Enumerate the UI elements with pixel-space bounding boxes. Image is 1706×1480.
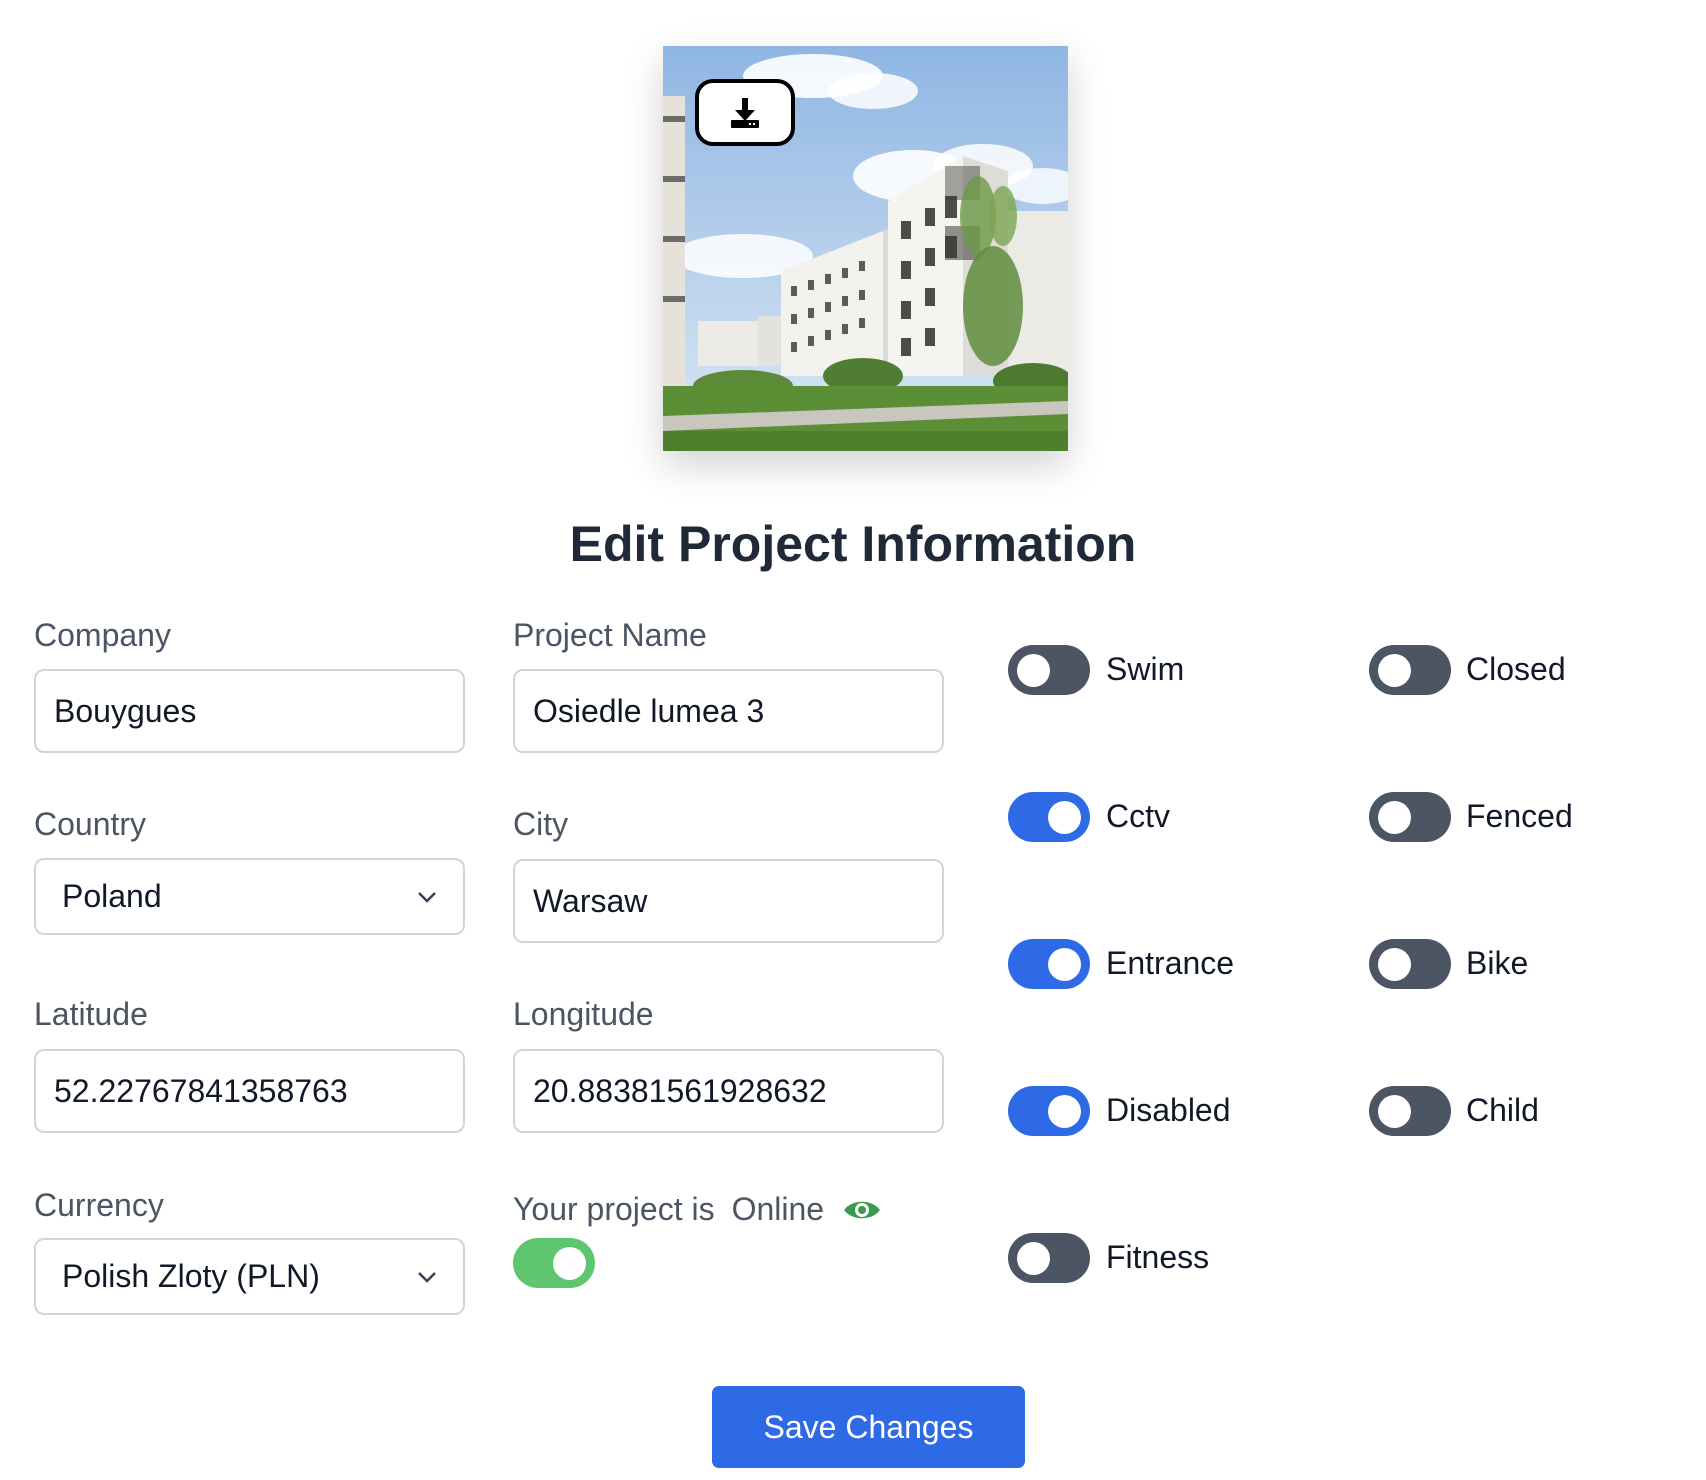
currency-select[interactable]: Polish Zloty (PLN) (34, 1238, 465, 1315)
currency-value: Polish Zloty (PLN) (62, 1258, 320, 1294)
toggle-entrance[interactable] (1008, 939, 1090, 989)
company-label: Company (34, 617, 171, 653)
company-input[interactable] (34, 669, 465, 753)
chevron-down-icon (418, 891, 436, 903)
amenity-label-fitness: Fitness (1106, 1239, 1210, 1275)
toggle-fenced[interactable] (1369, 792, 1451, 842)
toggle-disabled[interactable] (1008, 1086, 1090, 1136)
amenity-label-disabled: Disabled (1106, 1092, 1231, 1128)
toggle-bike[interactable] (1369, 939, 1451, 989)
eye-icon (844, 1201, 881, 1218)
amenity-label-bike: Bike (1466, 945, 1529, 981)
city-label: City (513, 806, 569, 842)
toggle-child[interactable] (1369, 1086, 1451, 1136)
download-button[interactable] (695, 79, 795, 146)
amenity-label-closed: Closed (1466, 651, 1566, 687)
country-select[interactable]: Poland (34, 858, 465, 935)
page-title: Edit Project Information (569, 516, 1137, 572)
project-name-label: Project Name (513, 617, 707, 653)
longitude-input[interactable] (513, 1049, 944, 1133)
country-label: Country (34, 806, 147, 842)
online-toggle[interactable] (513, 1238, 595, 1288)
save-changes-button[interactable]: Save Changes (712, 1386, 1025, 1468)
currency-label: Currency (34, 1187, 164, 1223)
project-image (663, 46, 1068, 451)
chevron-down-icon (418, 1271, 436, 1283)
city-input[interactable] (513, 859, 944, 943)
download-icon (731, 97, 759, 128)
amenity-label-swim: Swim (1106, 651, 1185, 687)
country-value: Poland (62, 878, 162, 914)
toggle-swim[interactable] (1008, 645, 1090, 695)
toggle-closed[interactable] (1369, 645, 1451, 695)
status-state: Online (731, 1191, 825, 1227)
toggle-cctv[interactable] (1008, 792, 1090, 842)
longitude-label: Longitude (513, 996, 654, 1032)
amenity-label-entrance: Entrance (1106, 945, 1235, 981)
amenity-label-fenced: Fenced (1466, 798, 1573, 834)
amenity-label-cctv: Cctv (1106, 798, 1170, 834)
toggle-fitness[interactable] (1008, 1233, 1090, 1283)
latitude-input[interactable] (34, 1049, 465, 1133)
project-name-input[interactable] (513, 669, 944, 753)
project-status: Your project is Online (513, 1191, 882, 1228)
status-prefix: Your project is (513, 1191, 715, 1227)
latitude-label: Latitude (34, 996, 148, 1032)
amenity-label-child: Child (1466, 1092, 1539, 1128)
